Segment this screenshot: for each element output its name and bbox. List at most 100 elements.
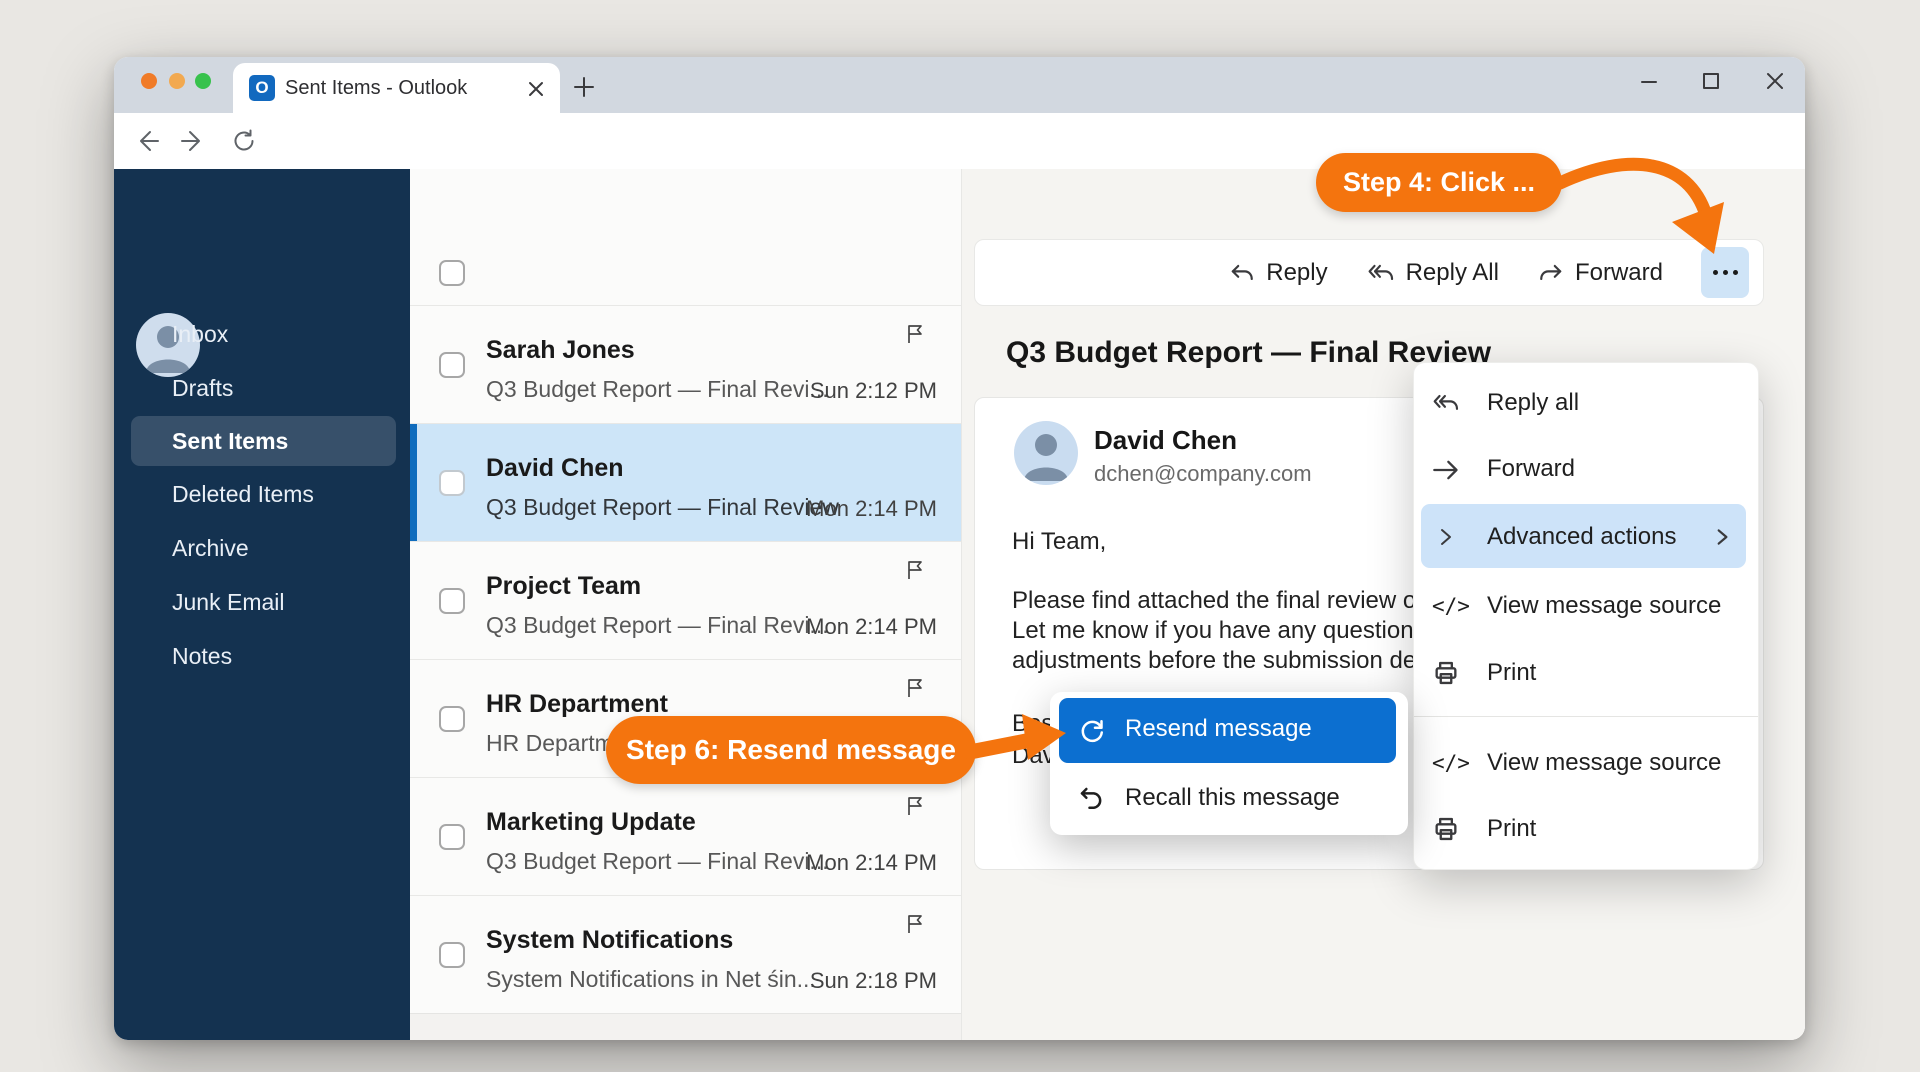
menu-item-label: Print <box>1487 815 1536 843</box>
menu-item-print[interactable]: Print <box>1414 645 1758 701</box>
menu-item-reply-all[interactable]: Reply all <box>1414 375 1758 431</box>
flag-icon[interactable] <box>903 676 927 700</box>
reply-label: Reply <box>1266 259 1327 287</box>
more-actions-button[interactable] <box>1701 247 1749 298</box>
step4-callout-label: Step 4: Click ... <box>1343 167 1535 198</box>
menu-item-view-message-source[interactable]: </> View message source <box>1414 578 1758 634</box>
advanced-actions-submenu: Resend message Recall this message <box>1050 692 1408 835</box>
window-close-light[interactable] <box>141 73 157 89</box>
outlook-favicon: O <box>249 75 275 101</box>
window-minimize-light[interactable] <box>169 73 185 89</box>
row-checkbox[interactable] <box>439 470 465 496</box>
sidebar-item-inbox[interactable]: Inbox <box>131 309 396 359</box>
row-sender: HR Department <box>486 690 668 719</box>
code-icon: </> <box>1432 751 1460 775</box>
message-row-project-team[interactable]: Project Team Q3 Budget Report — Final Re… <box>410 541 961 660</box>
submenu-item-resend-message[interactable]: Resend message <box>1059 698 1396 763</box>
code-icon: </> <box>1432 594 1460 618</box>
flag-icon[interactable] <box>903 912 927 936</box>
person-icon <box>1014 421 1078 485</box>
step4-callout: Step 4: Click ... <box>1316 153 1562 212</box>
minimize-icon[interactable] <box>1638 71 1660 93</box>
reply-icon <box>1228 260 1256 286</box>
body-line: Let me know if you have any questions c <box>1012 617 1444 645</box>
more-dots-icon <box>1723 270 1728 275</box>
select-all-checkbox[interactable] <box>439 260 465 286</box>
reload-icon[interactable] <box>231 128 257 154</box>
forward-button[interactable]: Forward <box>1537 259 1663 287</box>
row-time: Mon 2:14 PM <box>806 614 937 640</box>
flag-icon[interactable] <box>903 794 927 818</box>
body-signoff: Bes <box>1012 710 1053 738</box>
close-icon[interactable] <box>1764 70 1786 92</box>
row-subject: Q3 Budget Report — Final Review <box>486 494 839 521</box>
reply-all-button[interactable]: Reply All <box>1366 259 1499 287</box>
maximize-icon[interactable] <box>1700 70 1722 92</box>
forward-label: Forward <box>1575 259 1663 287</box>
row-time: Mon 2:14 PM <box>806 850 937 876</box>
row-subject: System Notifications in Net śin... <box>486 966 816 993</box>
step6-callout-label: Step 6: Resend message <box>626 734 956 766</box>
forward-icon <box>1537 260 1565 286</box>
sidebar-item-deleted-items[interactable]: Deleted Items <box>131 469 396 519</box>
row-checkbox[interactable] <box>439 352 465 378</box>
message-row-system-notifications[interactable]: System Notifications System Notification… <box>410 895 961 1014</box>
message-row-david-chen[interactable]: David Chen Q3 Budget Report — Final Revi… <box>410 423 961 542</box>
row-time: Sun 2:12 PM <box>810 378 937 404</box>
row-sender: Sarah Jones <box>486 336 635 365</box>
sender-name: David Chen <box>1094 425 1237 456</box>
window-zoom-light[interactable] <box>195 73 211 89</box>
menu-item-label: Advanced actions <box>1487 523 1676 551</box>
submenu-item-recall-message[interactable]: Recall this message <box>1059 771 1399 827</box>
row-sender: System Notifications <box>486 926 733 955</box>
tab-close-icon[interactable] <box>527 80 545 98</box>
row-subject: Q3 Budget Report — Final Revi... <box>486 848 829 875</box>
list-footer <box>410 1013 961 1040</box>
more-actions-menu: Reply all Forward Advanced actions </> <box>1413 362 1759 870</box>
row-time: Sun 2:18 PM <box>810 968 937 994</box>
row-sender: Marketing Update <box>486 808 696 837</box>
menu-item-print-2[interactable]: Print <box>1414 801 1758 857</box>
row-checkbox[interactable] <box>439 942 465 968</box>
sidebar-item-notes[interactable]: Notes <box>131 631 396 681</box>
resend-refresh-icon <box>1077 716 1107 746</box>
row-time: Mon 2:14 PM <box>806 496 937 522</box>
sidebar-item-junk-email[interactable]: Junk Email <box>131 577 396 627</box>
tab-title: Sent Items - Outlook <box>285 77 467 100</box>
desktop: O Sent Items - Outlook <box>0 0 1920 1072</box>
forward-icon[interactable] <box>180 128 206 154</box>
reply-all-label: Reply All <box>1406 259 1499 287</box>
body-greeting: Hi Team, <box>1012 528 1106 556</box>
new-tab-icon[interactable] <box>573 76 595 98</box>
menu-item-label: Forward <box>1487 455 1575 483</box>
menu-item-label: Reply all <box>1487 389 1579 417</box>
sender-avatar[interactable] <box>1014 421 1078 485</box>
reply-button[interactable]: Reply <box>1228 259 1327 287</box>
step6-callout: Step 6: Resend message <box>606 716 976 784</box>
more-dots-icon <box>1733 270 1738 275</box>
row-checkbox[interactable] <box>439 706 465 732</box>
arrow-right-icon <box>1432 458 1460 482</box>
tab-strip: O Sent Items - Outlook <box>114 57 1805 113</box>
printer-icon <box>1432 659 1460 687</box>
message-row-marketing-update[interactable]: Marketing Update Q3 Budget Report — Fina… <box>410 777 961 896</box>
menu-item-advanced-actions[interactable]: Advanced actions <box>1414 509 1758 565</box>
menu-item-view-message-source-2[interactable]: </> View message source <box>1414 735 1758 791</box>
browser-tab[interactable]: O Sent Items - Outlook <box>233 63 560 113</box>
submenu-item-label: Recall this message <box>1125 784 1340 812</box>
back-icon[interactable] <box>134 128 160 154</box>
message-row-sarah-jones[interactable]: Sarah Jones Q3 Budget Report — Final Rev… <box>410 305 961 424</box>
submenu-chevron-icon <box>1712 526 1732 548</box>
row-checkbox[interactable] <box>439 824 465 850</box>
more-dots-icon <box>1713 270 1718 275</box>
flag-icon[interactable] <box>903 322 927 346</box>
row-subject: Q3 Budget Report — Final Revi... <box>486 612 829 639</box>
flag-icon[interactable] <box>903 558 927 582</box>
menu-item-forward[interactable]: Forward <box>1414 441 1758 497</box>
sidebar-item-sent-items[interactable]: Sent Items <box>131 416 396 466</box>
row-checkbox[interactable] <box>439 588 465 614</box>
sidebar-item-drafts[interactable]: Drafts <box>131 363 396 413</box>
browser-window: O Sent Items - Outlook <box>114 57 1805 1040</box>
message-list: Sarah Jones Q3 Budget Report — Final Rev… <box>410 169 961 1040</box>
sidebar-item-archive[interactable]: Archive <box>131 523 396 573</box>
